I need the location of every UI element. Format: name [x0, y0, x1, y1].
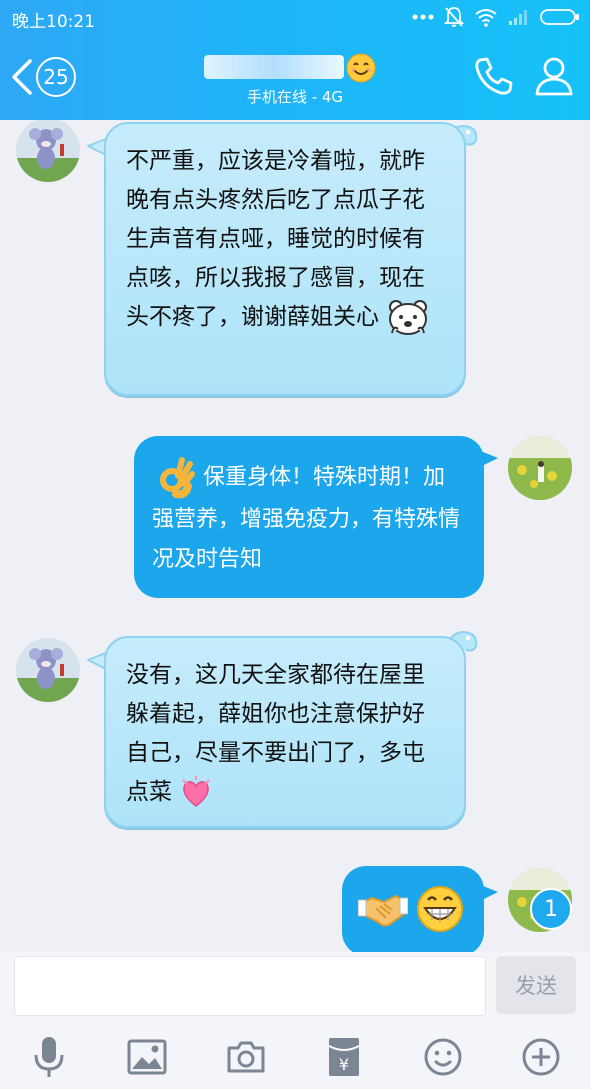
message-input[interactable]: [14, 956, 486, 1016]
wifi-icon: [475, 9, 497, 27]
contact-avatar[interactable]: [16, 120, 80, 182]
grinning-emoji-icon: [417, 886, 463, 932]
emoji-button[interactable]: [418, 1032, 468, 1082]
camera-button[interactable]: [221, 1032, 271, 1082]
status-icons: [412, 6, 580, 28]
message-bubble[interactable]: 没有，这几天全家都待在屋里躲着起，薛姐你也注意保护好自己，尽量不要出门了，多屯点…: [104, 636, 466, 828]
message-text: 保重身体！特殊时期！加强营养，增强免疫力，有特殊情况及时告知: [152, 465, 461, 572]
microphone-icon: [34, 1037, 64, 1077]
message-text: 没有，这几天全家都待在屋里躲着起，薛姐你也注意保护好自己，尽量不要出门了，多屯点…: [126, 662, 425, 805]
composer-toolbar: ¥: [0, 1032, 590, 1082]
voice-input-button[interactable]: [24, 1032, 74, 1082]
red-packet-button[interactable]: ¥: [319, 1032, 369, 1082]
send-button[interactable]: 发送: [496, 956, 576, 1014]
plus-circle-icon: [522, 1038, 560, 1076]
phone-icon: [475, 57, 513, 95]
contact-name-redacted: [204, 55, 344, 79]
svg-text:¥: ¥: [339, 1055, 349, 1074]
camera-icon: [227, 1041, 265, 1073]
profile-button[interactable]: [532, 54, 576, 102]
battery-icon: [540, 9, 579, 25]
voice-call-button[interactable]: [472, 54, 516, 102]
signal-icon: [509, 10, 527, 25]
bear-emoji-icon: [389, 299, 428, 335]
mute-bell-icon: [444, 7, 464, 27]
status-bar: 晚上10:21: [0, 0, 590, 36]
composer: 发送 ¥: [0, 952, 590, 1089]
more-button[interactable]: [516, 1032, 566, 1082]
new-message-indicator[interactable]: 1: [530, 888, 572, 930]
chat-area[interactable]: 不严重，应该是冷着啦，就昨晚有点头疼然后吃了点瓜子花生声音有点哑，睡觉的时候有点…: [0, 120, 590, 952]
message-bubble[interactable]: [342, 866, 484, 952]
handshake-emoji-icon: [358, 894, 408, 927]
red-packet-icon: ¥: [328, 1038, 360, 1076]
smile-emoji-icon: [346, 53, 376, 83]
ok-hand-emoji-icon: [160, 457, 195, 499]
more-dots-icon: [412, 14, 434, 20]
contact-avatar[interactable]: [16, 638, 80, 702]
image-icon: [127, 1039, 167, 1075]
chat-header: 晚上10:21 25 手机在线 - 4G: [0, 0, 590, 120]
person-icon: [535, 57, 573, 96]
my-avatar[interactable]: [508, 436, 572, 500]
sparkling-heart-emoji-icon: [182, 775, 211, 807]
smiley-icon: [424, 1038, 462, 1076]
status-time: 晚上10:21: [12, 12, 95, 32]
message-bubble[interactable]: 保重身体！特殊时期！加强营养，增强免疫力，有特殊情况及时告知: [134, 436, 484, 598]
message-bubble[interactable]: 不严重，应该是冷着啦，就昨晚有点头疼然后吃了点瓜子花生声音有点哑，睡觉的时候有点…: [104, 122, 466, 396]
message-text: 不严重，应该是冷着啦，就昨晚有点头疼然后吃了点瓜子花生声音有点哑，睡觉的时候有点…: [126, 148, 425, 330]
image-button[interactable]: [122, 1032, 172, 1082]
